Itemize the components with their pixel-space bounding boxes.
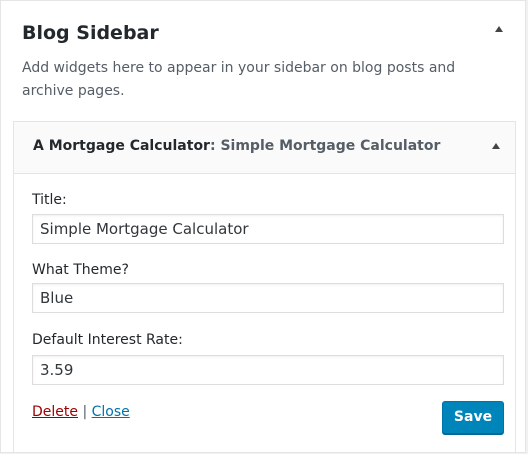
title-input[interactable]	[32, 214, 504, 244]
close-link[interactable]: Close	[92, 404, 130, 420]
widget-name: A Mortgage Calculator	[33, 138, 210, 154]
mortgage-calculator-widget: A Mortgage Calculator: Simple Mortgage C…	[13, 121, 516, 453]
blog-sidebar-panel: Blog Sidebar Add widgets here to appear …	[0, 0, 526, 453]
widget-title: A Mortgage Calculator: Simple Mortgage C…	[33, 136, 440, 156]
widget-title-separator: :	[209, 138, 221, 154]
widget-collapse-arrow-icon[interactable]	[492, 143, 500, 149]
title-field-label: Title:	[32, 192, 67, 208]
sidebar-collapse-arrow-icon[interactable]	[495, 26, 503, 32]
sidebar-title: Blog Sidebar	[22, 22, 159, 44]
widget-action-links: Delete | Close	[32, 402, 130, 422]
theme-field-label: What Theme?	[32, 262, 129, 278]
delete-link[interactable]: Delete	[32, 404, 78, 420]
sidebar-description: Add widgets here to appear in your sideb…	[22, 60, 456, 99]
interest-rate-input[interactable]	[32, 355, 504, 385]
widget-instance-title: Simple Mortgage Calculator	[220, 138, 441, 154]
link-separator: |	[78, 404, 92, 420]
widget-header[interactable]: A Mortgage Calculator: Simple Mortgage C…	[14, 122, 515, 174]
interest-rate-field-label: Default Interest Rate:	[32, 332, 183, 348]
save-button[interactable]: Save	[442, 401, 504, 434]
theme-input[interactable]	[32, 283, 504, 313]
